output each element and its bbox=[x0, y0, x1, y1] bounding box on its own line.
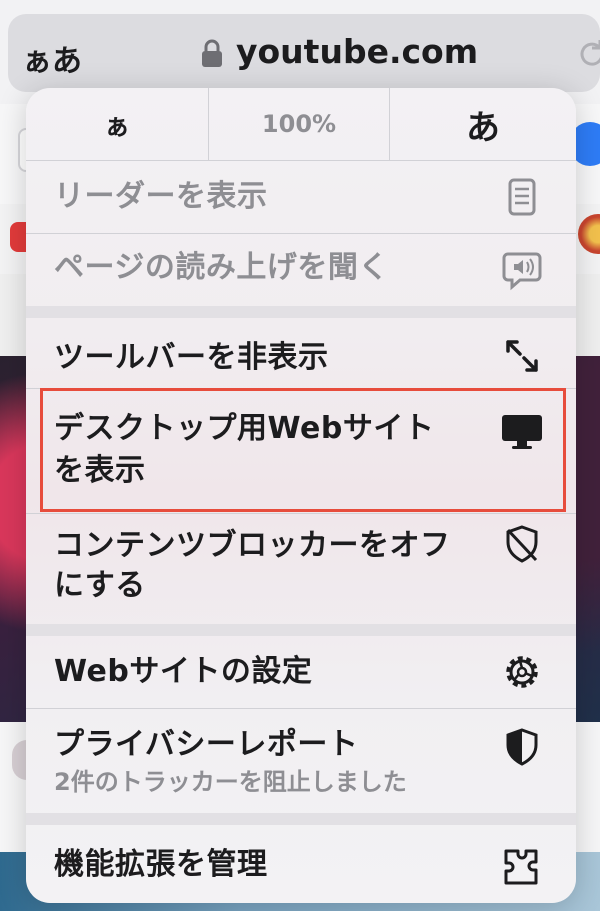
url-field[interactable]: youtube.com bbox=[236, 32, 478, 71]
menu-item-label: ページの読み上げを聞く bbox=[54, 250, 389, 285]
shield-slash-icon bbox=[506, 525, 538, 563]
menu-item-show-reader[interactable]: リーダーを表示 bbox=[26, 161, 576, 233]
menu-item-label-line2: にする bbox=[54, 568, 146, 603]
menu-item-label: Webサイトの設定 bbox=[54, 654, 313, 689]
menu-item-label-line1: デスクトップ用Webサイト bbox=[54, 411, 435, 446]
menu-item-label: ツールバーを非表示 bbox=[54, 340, 329, 375]
privacy-shield-icon bbox=[506, 728, 538, 766]
text-zoom-row: ぁ 100% あ bbox=[26, 88, 576, 160]
menu-item-label: リーダーを表示 bbox=[54, 179, 268, 214]
menu-item-listen-page[interactable]: ページの読み上げを聞く bbox=[26, 234, 576, 306]
reader-icon bbox=[508, 178, 536, 216]
section-divider bbox=[26, 813, 576, 825]
menu-item-turn-off-content-blockers[interactable]: コンテンツブロッカーをオフ にする bbox=[26, 514, 576, 624]
page-menu: ぁ 100% あ リーダーを表示 ページの読み上げを聞く ツールバーを非表示 デ… bbox=[26, 88, 576, 903]
gear-icon bbox=[506, 656, 538, 688]
menu-item-hide-toolbar[interactable]: ツールバーを非表示 bbox=[26, 318, 576, 388]
menu-item-subtitle: 2件のトラッカーを阻止しました bbox=[54, 768, 407, 796]
zoom-increase-button[interactable]: あ bbox=[390, 88, 576, 160]
lock-icon bbox=[202, 39, 222, 67]
menu-item-privacy-report[interactable]: プライバシーレポート 2件のトラッカーを阻止しました bbox=[26, 709, 576, 813]
page-settings-button[interactable]: ぁあ bbox=[22, 36, 82, 80]
section-divider bbox=[26, 306, 576, 318]
reload-icon[interactable] bbox=[574, 36, 600, 72]
menu-item-label: プライバシーレポート bbox=[54, 727, 359, 762]
expand-arrows-icon bbox=[506, 340, 538, 372]
extension-puzzle-icon bbox=[504, 849, 538, 885]
zoom-decrease-button[interactable]: ぁ bbox=[26, 88, 208, 160]
address-bar[interactable]: ぁあ youtube.com bbox=[8, 14, 600, 92]
menu-item-label-line1: コンテンツブロッカーをオフ bbox=[54, 528, 451, 563]
zoom-level[interactable]: 100% bbox=[208, 88, 390, 160]
menu-item-manage-extensions[interactable]: 機能拡張を管理 bbox=[26, 825, 576, 903]
desktop-icon bbox=[502, 415, 542, 449]
menu-item-request-desktop-site[interactable]: デスクトップ用Webサイト を表示 bbox=[26, 389, 576, 513]
speech-bubble-speaker-icon bbox=[502, 252, 542, 291]
menu-item-website-settings[interactable]: Webサイトの設定 bbox=[26, 636, 576, 708]
menu-item-label: 機能拡張を管理 bbox=[54, 847, 268, 882]
section-divider bbox=[26, 624, 576, 636]
menu-item-label-line2: を表示 bbox=[54, 453, 146, 488]
